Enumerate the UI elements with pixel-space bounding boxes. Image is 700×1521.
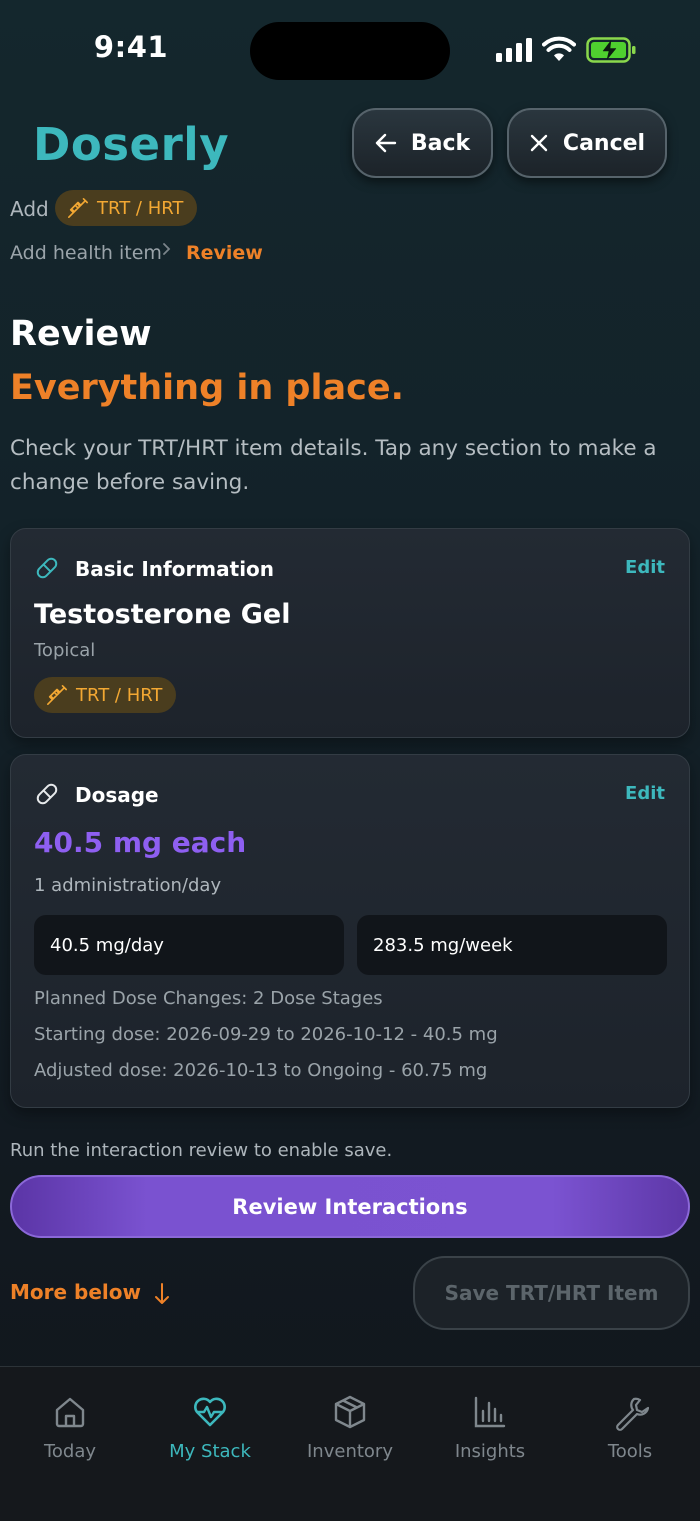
item-category-label: TRT / HRT: [76, 684, 163, 706]
chevron-right-icon: [163, 243, 171, 255]
item-route: Topical: [34, 640, 96, 661]
tab-insights[interactable]: Insights: [420, 1393, 560, 1462]
more-below-label: More below: [10, 1280, 141, 1304]
tab-tools[interactable]: Tools: [560, 1393, 700, 1462]
breadcrumb-add-health-item[interactable]: Add health item: [10, 242, 162, 264]
cellular-signal-icon: [496, 38, 532, 62]
dose-amount: 40.5 mg each: [34, 826, 247, 859]
syringe-icon: [68, 198, 88, 218]
weekly-total-box: 283.5 mg/week: [357, 915, 667, 975]
home-icon: [55, 1397, 85, 1428]
weekly-total-value: 283.5 mg/week: [373, 934, 513, 956]
review-interactions-button[interactable]: Review Interactions: [10, 1175, 690, 1238]
box-icon: [334, 1395, 366, 1429]
app-logo: Doserly: [33, 118, 230, 171]
daily-total-box: 40.5 mg/day: [34, 915, 344, 975]
dynamic-island: [250, 22, 450, 80]
close-icon: [530, 134, 548, 152]
bar-chart-icon: [474, 1396, 506, 1428]
pill-icon: [36, 783, 58, 805]
basic-info-edit-link[interactable]: Edit: [625, 557, 665, 578]
tab-bar: Today My Stack Inventory Insights Tools: [0, 1366, 700, 1521]
arrow-down-icon: [154, 1282, 169, 1304]
adjusted-dose-line: Adjusted dose: 2026-10-13 to Ongoing - 6…: [34, 1060, 488, 1081]
dose-frequency: 1 administration/day: [34, 875, 222, 896]
daily-total-value: 40.5 mg/day: [50, 934, 164, 956]
pill-icon: [36, 557, 58, 579]
save-item-button[interactable]: Save TRT/HRT Item: [413, 1256, 690, 1330]
dosage-card[interactable]: Dosage Edit 40.5 mg each 1 administratio…: [10, 754, 690, 1108]
tab-today[interactable]: Today: [0, 1393, 140, 1462]
dosage-title: Dosage: [75, 783, 159, 807]
status-time: 9:41: [93, 30, 169, 64]
item-category-chip: TRT / HRT: [34, 677, 177, 713]
add-label: Add: [10, 197, 49, 221]
page-title: Review: [10, 314, 152, 354]
breadcrumb-review: Review: [186, 242, 263, 264]
tab-today-label: Today: [43, 1441, 97, 1462]
dosage-edit-link[interactable]: Edit: [625, 783, 665, 804]
tab-my-stack[interactable]: My Stack: [140, 1393, 280, 1462]
breadcrumb-separator: [160, 240, 174, 264]
category-chip: TRT / HRT: [55, 190, 198, 226]
basic-info-title: Basic Information: [75, 557, 275, 581]
tab-inventory[interactable]: Inventory: [280, 1393, 420, 1462]
arrow-left-icon: [375, 133, 397, 153]
page-description: Check your TRT/HRT item details. Tap any…: [10, 436, 657, 495]
save-hint: Run the interaction review to enable sav…: [10, 1140, 393, 1161]
back-button[interactable]: Back: [352, 108, 493, 178]
tab-insights-label: Insights: [454, 1441, 526, 1462]
planned-dose-changes: Planned Dose Changes: 2 Dose Stages: [34, 988, 383, 1009]
starting-dose-line: Starting dose: 2026-09-29 to 2026-10-12 …: [34, 1024, 498, 1045]
tab-my-stack-label: My Stack: [169, 1441, 251, 1462]
wifi-icon: [542, 36, 576, 61]
back-button-label: Back: [410, 130, 471, 156]
basic-info-card[interactable]: Basic Information Edit Testosterone Gel …: [10, 528, 690, 738]
tab-tools-label: Tools: [607, 1441, 653, 1462]
battery-charging-icon: [586, 37, 636, 63]
heart-pulse-icon: [194, 1397, 226, 1427]
cancel-button[interactable]: Cancel: [507, 108, 667, 178]
syringe-icon: [47, 685, 67, 705]
page-subtitle: Everything in place.: [10, 368, 404, 408]
tab-inventory-label: Inventory: [307, 1441, 393, 1462]
more-below-link[interactable]: More below: [10, 1280, 170, 1306]
cancel-button-label: Cancel: [562, 130, 646, 156]
item-name: Testosterone Gel: [34, 599, 291, 630]
wrench-icon: [616, 1397, 649, 1431]
category-chip-label: TRT / HRT: [97, 197, 184, 219]
